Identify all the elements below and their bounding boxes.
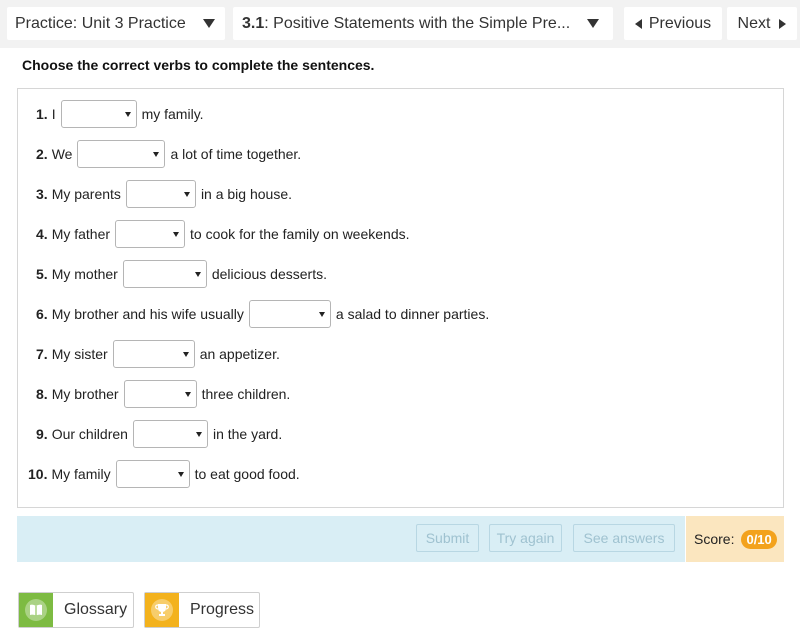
answer-dropdown[interactable] [77,140,166,168]
answer-dropdown[interactable] [115,220,186,248]
book-icon [19,593,53,627]
caret-down-icon [124,112,131,117]
question-number: 2. [36,146,48,162]
question-text-after: to eat good food. [194,466,300,482]
question-text-after: my family. [141,106,204,122]
question-text-before: My brother [51,386,119,402]
caret-down-icon [177,472,184,477]
question-text-after: delicious desserts. [211,266,327,282]
caret-down-icon [183,192,190,197]
question-row: 7. My sister an appetizer. [36,340,280,368]
question-number: 3. [36,186,48,202]
lesson-title: : Positive Statements with the Simple Pr… [264,14,571,32]
action-bar: Submit Try again See answers [17,516,685,562]
glossary-label: Glossary [64,601,128,618]
progress-label: Progress [190,601,255,618]
question-row: 10. My family to eat good food. [28,460,300,488]
question-row: 3. My parents in a big house. [36,180,292,208]
question-number: 9. [36,426,48,442]
question-text-after: in a big house. [200,186,293,202]
question-number: 10. [28,466,48,482]
question-row: 6. My brother and his wife usually a sal… [36,300,489,328]
question-text-before: My sister [51,346,108,362]
chevron-down-icon [203,19,215,28]
caret-down-icon [194,272,201,277]
arrow-left-icon [634,18,642,29]
answer-dropdown[interactable] [60,100,137,128]
caret-down-icon [318,312,325,317]
answer-dropdown[interactable] [115,460,190,488]
answer-dropdown[interactable] [123,380,197,408]
next-label: Next [737,14,771,32]
question-text-before: My father [51,226,111,242]
unit-select[interactable]: Practice: Unit 3 Practice [7,7,225,40]
caret-down-icon [184,392,191,397]
question-number: 1. [36,106,48,122]
question-row: 9. Our children in the yard. [36,420,282,448]
chevron-down-icon [587,19,599,28]
question-text-after: to cook for the family on weekends. [190,226,410,242]
question-number: 6. [36,306,48,322]
previous-label: Previous [648,14,712,32]
caret-down-icon [182,352,189,357]
question-text-before: My parents [51,186,121,202]
lesson-select-label: 3.1: Positive Statements with the Simple… [242,15,570,33]
question-text-before: My brother and his wife usually [51,306,244,322]
trophy-icon [145,593,179,627]
exercise-panel: 1. I my family. 2. We a lot of time toge… [17,88,784,508]
question-text-before: I [51,106,56,122]
lesson-number: 3.1 [242,14,265,32]
caret-down-icon [173,232,180,237]
question-text-after: a salad to dinner parties. [335,306,490,322]
question-number: 4. [36,226,48,242]
question-text-before: Our children [51,426,128,442]
score-badge: 0/10 [741,529,777,549]
arrow-right-icon [779,18,787,29]
lesson-select[interactable]: 3.1: Positive Statements with the Simple… [233,7,613,40]
instruction-text: Choose the correct verbs to complete the… [22,57,375,73]
question-text-after: a lot of time together. [170,146,302,162]
answer-dropdown[interactable] [122,260,207,288]
question-number: 5. [36,266,48,282]
caret-down-icon [195,432,202,437]
question-row: 8. My brother three children. [36,380,290,408]
question-text-before: We [51,146,73,162]
progress-button[interactable]: Progress [144,592,260,628]
question-number: 8. [36,386,48,402]
next-button[interactable]: Next [727,7,797,40]
question-row: 4. My father to cook for the family on w… [36,220,410,248]
question-text-after: in the yard. [212,426,283,442]
answer-dropdown[interactable] [112,340,195,368]
caret-down-icon [153,152,160,157]
question-row: 1. I my family. [36,100,204,128]
answer-dropdown[interactable] [248,300,331,328]
question-text-before: My family [51,466,111,482]
score-box: Score: 0/10 [686,516,784,562]
glossary-button[interactable]: Glossary [18,592,134,628]
question-number: 7. [36,346,48,362]
question-text-after: an appetizer. [199,346,280,362]
submit-button[interactable]: Submit [416,524,479,552]
unit-select-label: Practice: Unit 3 Practice [15,14,186,32]
see-answers-button[interactable]: See answers [573,524,675,552]
question-row: 2. We a lot of time together. [36,140,301,168]
question-row: 5. My mother delicious desserts. [36,260,327,288]
top-nav-bar: Practice: Unit 3 Practice 3.1: Positive … [0,0,800,48]
answer-dropdown[interactable] [125,180,196,208]
try-again-button[interactable]: Try again [489,524,562,552]
question-text-after: three children. [201,386,291,402]
score-label: Score: [694,531,735,547]
previous-button[interactable]: Previous [624,7,722,40]
answer-dropdown[interactable] [132,420,208,448]
question-text-before: My mother [51,266,118,282]
